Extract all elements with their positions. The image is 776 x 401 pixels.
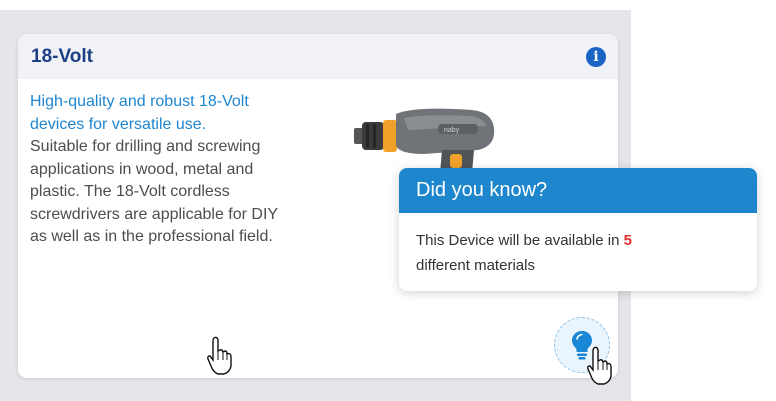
card-title: 18-Volt — [31, 46, 93, 67]
description-highlight: High-quality and robust 18-Volt devices … — [30, 93, 249, 133]
tooltip-text-before: This Device will be available in — [416, 232, 620, 249]
description-body: Suitable for drilling and screwing appli… — [30, 138, 278, 245]
tooltip-body: This Device will be available in 5 diffe… — [416, 228, 736, 278]
hand-cursor-icon — [207, 336, 232, 375]
tooltip-header: Did you know? — [399, 168, 757, 213]
did-you-know-tooltip: Did you know? This Device will be availa… — [399, 168, 757, 291]
drill-brand-label: naby — [444, 127, 460, 134]
hand-cursor-icon — [587, 346, 612, 385]
materials-count: 5 — [623, 232, 632, 249]
card-header: 18-Volt i — [18, 34, 618, 79]
info-icon[interactable]: i — [586, 47, 606, 67]
tooltip-title: Did you know? — [416, 179, 548, 201]
product-description: High-quality and robust 18-Volt devices … — [30, 91, 280, 249]
tooltip-text-after: different materials — [416, 257, 535, 274]
